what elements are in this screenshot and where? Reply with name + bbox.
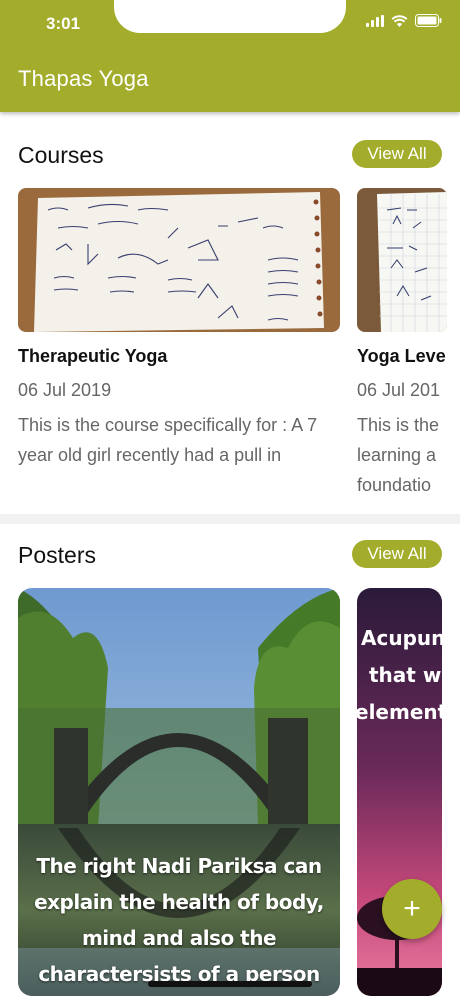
wifi-icon bbox=[391, 14, 408, 32]
device-notch bbox=[114, 0, 346, 33]
poster-card[interactable]: The right Nadi Pariksa can explain the h… bbox=[18, 588, 340, 996]
plus-icon: + bbox=[403, 892, 421, 925]
course-image bbox=[357, 188, 447, 332]
app-title: Thapas Yoga bbox=[18, 66, 149, 91]
course-description: This is the course specifically for : A … bbox=[18, 415, 318, 465]
status-icons bbox=[366, 14, 442, 32]
add-button[interactable]: + bbox=[382, 879, 442, 939]
app-header: 3:01 Thapas Yoga bbox=[0, 0, 460, 112]
course-image bbox=[18, 188, 340, 332]
poster-caption-line: Acupunct bbox=[361, 626, 442, 650]
course-title: Yoga Leve bbox=[357, 346, 446, 366]
poster-caption: The right Nadi Pariksa can explain the h… bbox=[34, 854, 324, 986]
status-time: 3:01 bbox=[46, 14, 81, 33]
course-description: This is the learning a foundatio bbox=[357, 415, 440, 495]
courses-view-all-button[interactable]: View All bbox=[352, 140, 442, 168]
signal-icon bbox=[366, 14, 384, 32]
battery-icon bbox=[415, 14, 442, 32]
section-divider bbox=[0, 514, 460, 524]
course-title: Therapeutic Yoga bbox=[18, 346, 168, 366]
poster-caption-line: elements a bbox=[357, 700, 442, 724]
course-date: 06 Jul 2019 bbox=[18, 380, 112, 400]
course-card[interactable]: Yoga Leve 06 Jul 201 This is the learnin… bbox=[357, 188, 460, 498]
posters-heading: Posters bbox=[18, 542, 96, 568]
home-indicator[interactable] bbox=[148, 981, 312, 987]
course-card[interactable]: Therapeutic Yoga 06 Jul 2019 This is the… bbox=[18, 188, 340, 488]
course-date: 06 Jul 201 bbox=[357, 380, 441, 400]
poster-caption-line: that wo bbox=[369, 663, 442, 687]
posters-view-all-button[interactable]: View All bbox=[352, 540, 442, 568]
courses-heading: Courses bbox=[18, 142, 104, 168]
